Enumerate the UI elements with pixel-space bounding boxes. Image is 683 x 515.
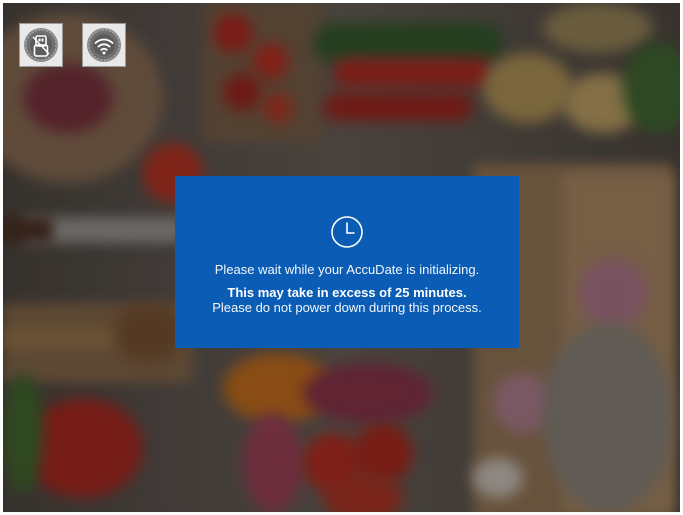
power-down-note: Please do not power down during this pro… xyxy=(212,300,482,315)
usb-status-tile[interactable] xyxy=(19,23,63,67)
initializing-message: Please wait while your AccuDate is initi… xyxy=(214,262,480,277)
usb-drive-icon xyxy=(24,28,58,62)
clock-icon xyxy=(331,216,363,248)
device-screen: Please wait while your AccuDate is initi… xyxy=(3,3,680,512)
wifi-icon xyxy=(87,28,121,62)
wifi-status-tile[interactable] xyxy=(82,23,126,67)
status-icons xyxy=(19,23,126,67)
initializing-dialog: Please wait while your AccuDate is initi… xyxy=(175,176,519,348)
duration-warning: This may take in excess of 25 minutes. xyxy=(227,285,467,300)
